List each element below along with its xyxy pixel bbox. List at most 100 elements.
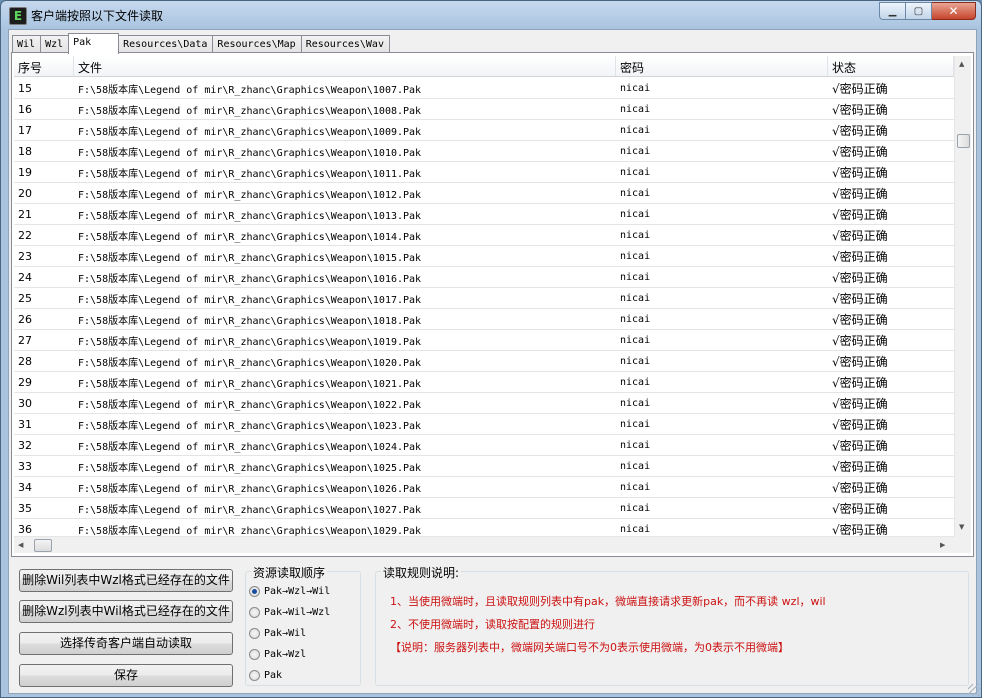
table-row[interactable]: 19 F:\58版本库\Legend of mir\R_zhanc\Graphic… [14, 162, 954, 183]
radio-button-icon[interactable] [249, 669, 260, 681]
read-order-title: 资源读取顺序 [251, 564, 328, 581]
column-header-index[interactable]: 序号 [14, 56, 74, 76]
cell-password: nicai [620, 502, 651, 514]
table-row[interactable]: 23 F:\58版本库\Legend of mir\R_zhanc\Graphic… [14, 246, 954, 267]
close-icon: ✕ [948, 4, 959, 18]
horizontal-scrollbar[interactable]: ◀ ▶ [14, 536, 954, 553]
cell-password: nicai [620, 166, 651, 178]
read-order-radio[interactable]: Pak [249, 667, 282, 683]
scroll-up-icon[interactable]: ▲ [959, 59, 964, 69]
cell-file: F:\58版本库\Legend of mir\R_zhanc\Graphics\… [78, 357, 422, 369]
cell-index: 31 [18, 417, 32, 431]
table-row[interactable]: 31 F:\58版本库\Legend of mir\R_zhanc\Graphic… [14, 414, 954, 435]
cell-status: √密码正确 [832, 207, 888, 222]
cell-password: nicai [620, 397, 651, 409]
radio-button-icon[interactable] [249, 648, 260, 660]
table-row[interactable]: 18 F:\58版本库\Legend of mir\R_zhanc\Graphic… [14, 141, 954, 162]
table-row[interactable]: 16 F:\58版本库\Legend of mir\R_zhanc\Graphic… [14, 99, 954, 120]
cell-status: √密码正确 [832, 375, 888, 390]
table-row[interactable]: 32 F:\58版本库\Legend of mir\R_zhanc\Graphic… [14, 435, 954, 456]
read-order-radio[interactable]: Pak→Wzl [249, 646, 306, 662]
cell-status: √密码正确 [832, 312, 888, 327]
cell-status: √密码正确 [832, 165, 888, 180]
scroll-left-icon[interactable]: ◀ [18, 540, 23, 550]
cell-index: 24 [18, 270, 32, 284]
client-area: Wil Wzl Pak Resources\Data Resources\Map… [8, 29, 977, 694]
table-row[interactable]: 28 F:\58版本库\Legend of mir\R_zhanc\Graphic… [14, 351, 954, 372]
column-header-password[interactable]: 密码 [616, 56, 828, 76]
tab-wil[interactable]: Wil [12, 35, 41, 53]
scroll-right-icon[interactable]: ▶ [940, 540, 945, 550]
radio-button-icon[interactable] [249, 585, 260, 597]
maximize-button[interactable]: ▢ [906, 2, 932, 20]
vertical-scrollbar[interactable]: ▲ ▼ [954, 56, 971, 536]
table-row[interactable]: 29 F:\58版本库\Legend of mir\R_zhanc\Graphic… [14, 372, 954, 393]
table-row[interactable]: 30 F:\58版本库\Legend of mir\R_zhanc\Graphic… [14, 393, 954, 414]
cell-password: nicai [620, 103, 651, 115]
tab-wzl[interactable]: Wzl [40, 35, 69, 53]
table-row[interactable]: 21 F:\58版本库\Legend of mir\R_zhanc\Graphic… [14, 204, 954, 225]
tab-resources-map[interactable]: Resources\Map [212, 35, 301, 53]
table-row[interactable]: 22 F:\58版本库\Legend of mir\R_zhanc\Graphic… [14, 225, 954, 246]
delete-wil-duplicates-button[interactable]: 删除Wil列表中Wzl格式已经存在的文件 [19, 569, 233, 592]
close-button[interactable]: ✕ [932, 2, 976, 20]
main-window: E 客户端按照以下文件读取 ▁ ▢ ✕ Wil Wzl Pak Resource… [0, 0, 982, 698]
read-order-group: 资源读取顺序 Pak→Wzl→Wil Pak→Wil→Wzl Pak→Wil Pak→… [245, 564, 361, 686]
title-bar[interactable]: E 客户端按照以下文件读取 ▁ ▢ ✕ [1, 1, 981, 29]
column-header-status[interactable]: 状态 [828, 56, 954, 76]
table-row[interactable]: 35 F:\58版本库\Legend of mir\R_zhanc\Graphic… [14, 498, 954, 519]
table-row[interactable]: 25 F:\58版本库\Legend of mir\R_zhanc\Graphic… [14, 288, 954, 309]
delete-wzl-duplicates-button[interactable]: 删除Wzl列表中Wil格式已经存在的文件 [19, 600, 233, 623]
save-button[interactable]: 保存 [19, 664, 233, 687]
cell-index: 20 [18, 186, 32, 200]
tab-pak[interactable]: Pak [68, 33, 120, 54]
cell-index: 30 [18, 396, 32, 410]
table-row[interactable]: 17 F:\58版本库\Legend of mir\R_zhanc\Graphic… [14, 120, 954, 141]
minimize-button[interactable]: ▁ [879, 2, 906, 20]
horizontal-scroll-thumb[interactable] [34, 539, 52, 552]
cell-index: 34 [18, 480, 32, 494]
read-order-radio[interactable]: Pak→Wil→Wzl [249, 604, 330, 620]
read-order-radio[interactable]: Pak→Wil [249, 625, 306, 641]
cell-index: 32 [18, 438, 32, 452]
cell-file: F:\58版本库\Legend of mir\R_zhanc\Graphics\… [78, 483, 422, 495]
cell-file: F:\58版本库\Legend of mir\R_zhanc\Graphics\… [78, 441, 422, 453]
table-row[interactable]: 34 F:\58版本库\Legend of mir\R_zhanc\Graphic… [14, 477, 954, 498]
resize-grip[interactable] [968, 684, 980, 696]
cell-status: √密码正确 [832, 144, 888, 159]
cell-password: nicai [620, 292, 651, 304]
table-row[interactable]: 15 F:\58版本库\Legend of mir\R_zhanc\Graphic… [14, 78, 954, 99]
window-title: 客户端按照以下文件读取 [31, 9, 164, 23]
radio-label: Pak→Wzl [264, 648, 307, 660]
radio-button-icon[interactable] [249, 627, 260, 639]
table-row[interactable]: 20 F:\58版本库\Legend of mir\R_zhanc\Graphic… [14, 183, 954, 204]
radio-label: Pak→Wzl→Wil [264, 585, 331, 597]
tab-resources-wav[interactable]: Resources\Wav [300, 35, 390, 53]
window-controls: ▁ ▢ ✕ [879, 2, 976, 21]
list-body: 15 F:\58版本库\Legend of mir\R_zhanc\Graphic… [14, 78, 954, 540]
cell-file: F:\58版本库\Legend of mir\R_zhanc\Graphics\… [78, 294, 422, 306]
cell-password: nicai [620, 334, 651, 346]
table-row[interactable]: 26 F:\58版本库\Legend of mir\R_zhanc\Graphic… [14, 309, 954, 330]
radio-button-icon[interactable] [249, 606, 260, 618]
select-client-button[interactable]: 选择传奇客户端自动读取 [19, 632, 233, 655]
cell-status: √密码正确 [832, 249, 888, 264]
table-row[interactable]: 33 F:\58版本库\Legend of mir\R_zhanc\Graphic… [14, 456, 954, 477]
cell-password: nicai [620, 460, 651, 472]
file-list[interactable]: 序号 文件 密码 状态 15 F:\58版本库\Legend of mir\R_z… [14, 56, 971, 553]
cell-index: 28 [18, 354, 32, 368]
cell-file: F:\58版本库\Legend of mir\R_zhanc\Graphics\… [78, 168, 422, 180]
read-order-radio[interactable]: Pak→Wzl→Wil [249, 583, 330, 599]
table-row[interactable]: 27 F:\58版本库\Legend of mir\R_zhanc\Graphic… [14, 330, 954, 351]
tab-resources-data[interactable]: Resources\Data [119, 35, 213, 53]
scroll-down-icon[interactable]: ▼ [959, 522, 964, 532]
vertical-scroll-thumb[interactable] [957, 134, 970, 148]
cell-status: √密码正确 [832, 270, 888, 285]
cell-index: 36 [18, 522, 32, 536]
table-row[interactable]: 24 F:\58版本库\Legend of mir\R_zhanc\Graphic… [14, 267, 954, 288]
column-header-file[interactable]: 文件 [74, 56, 616, 76]
cell-index: 27 [18, 333, 32, 347]
cell-status: √密码正确 [832, 522, 888, 537]
cell-index: 25 [18, 291, 32, 305]
cell-index: 22 [18, 228, 32, 242]
